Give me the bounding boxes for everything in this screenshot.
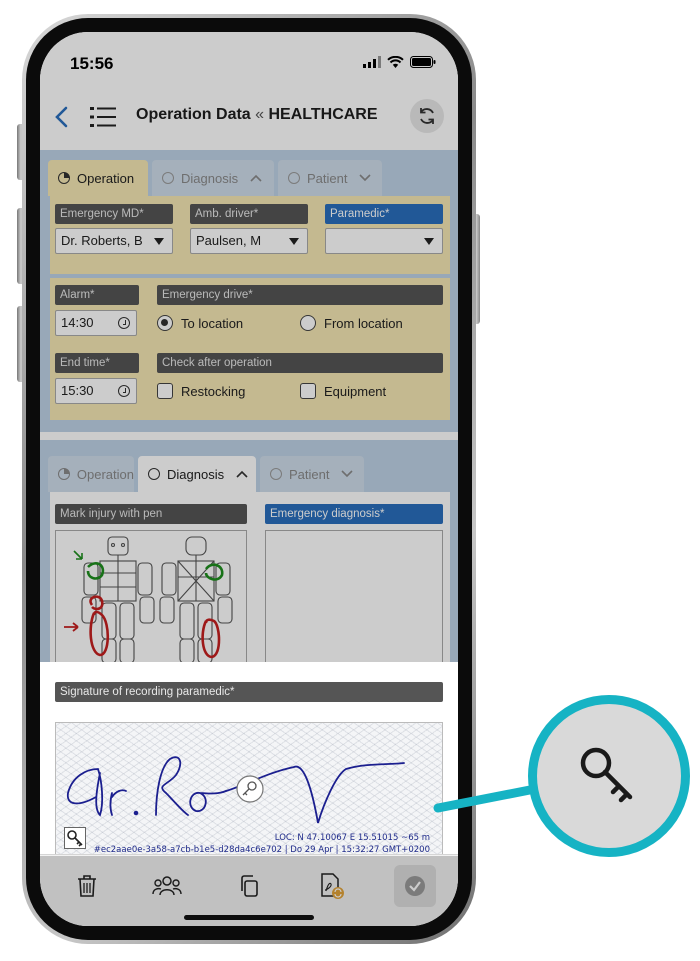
key-magnifier — [528, 695, 690, 857]
key-icon — [580, 747, 633, 803]
